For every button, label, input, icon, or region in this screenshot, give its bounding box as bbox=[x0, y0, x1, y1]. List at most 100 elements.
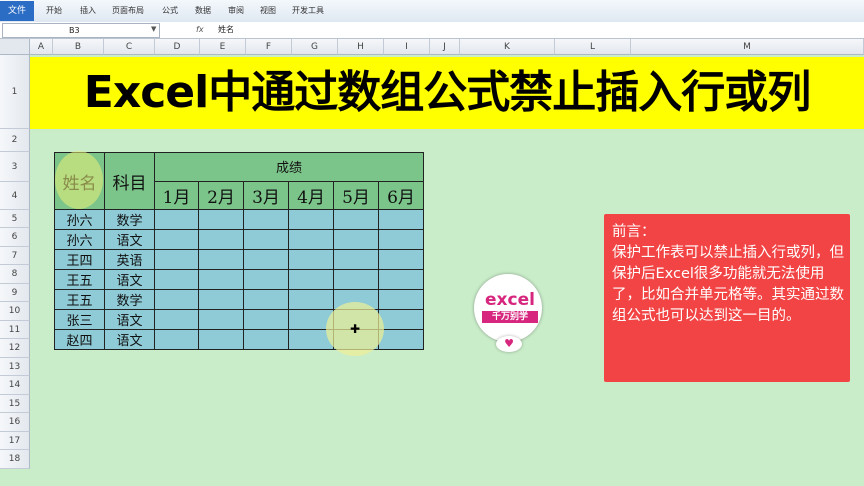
name-cell[interactable]: 王四 bbox=[54, 249, 105, 270]
score-cell[interactable] bbox=[378, 269, 424, 290]
score-cell[interactable] bbox=[198, 229, 244, 250]
score-cell[interactable] bbox=[378, 249, 424, 270]
month-header-cell[interactable]: 3月 bbox=[243, 180, 289, 210]
header-subject-cell[interactable]: 科目 bbox=[104, 152, 155, 210]
row-header-9[interactable]: 9 bbox=[0, 284, 30, 302]
subject-cell[interactable]: 数学 bbox=[104, 209, 155, 230]
col-header-h[interactable]: H bbox=[338, 39, 384, 55]
row-header-1[interactable]: 1 bbox=[0, 55, 30, 129]
subject-cell[interactable]: 语文 bbox=[104, 229, 155, 250]
score-cell[interactable] bbox=[154, 229, 199, 250]
row-header-12[interactable]: 12 bbox=[0, 339, 30, 358]
file-tab[interactable]: 文件 bbox=[0, 1, 34, 21]
name-cell[interactable]: 孙六 bbox=[54, 229, 105, 250]
name-cell[interactable]: 王五 bbox=[54, 269, 105, 290]
score-cell[interactable] bbox=[154, 329, 199, 350]
row-header-6[interactable]: 6 bbox=[0, 228, 30, 247]
score-cell[interactable] bbox=[198, 269, 244, 290]
col-header-f[interactable]: F bbox=[246, 39, 292, 55]
subject-cell[interactable]: 英语 bbox=[104, 249, 155, 270]
col-header-a[interactable]: A bbox=[30, 39, 53, 55]
month-header-cell[interactable]: 2月 bbox=[198, 180, 244, 210]
score-cell[interactable] bbox=[288, 249, 334, 270]
score-cell[interactable] bbox=[243, 289, 289, 310]
row-header-18[interactable]: 18 bbox=[0, 450, 30, 469]
name-cell[interactable]: 赵四 bbox=[54, 329, 105, 350]
name-cell[interactable]: 张三 bbox=[54, 309, 105, 330]
score-cell[interactable] bbox=[243, 309, 289, 330]
score-cell[interactable] bbox=[288, 289, 334, 310]
tab-home[interactable]: 开始 bbox=[46, 0, 62, 22]
subject-cell[interactable]: 语文 bbox=[104, 329, 155, 350]
col-header-g[interactable]: G bbox=[292, 39, 338, 55]
select-all-corner[interactable] bbox=[0, 39, 30, 55]
score-cell[interactable] bbox=[333, 229, 379, 250]
score-cell[interactable] bbox=[198, 249, 244, 270]
score-cell[interactable] bbox=[378, 289, 424, 310]
col-header-l[interactable]: L bbox=[555, 39, 631, 55]
score-cell[interactable] bbox=[333, 249, 379, 270]
tab-page-layout[interactable]: 页面布局 bbox=[112, 0, 144, 22]
score-cell[interactable] bbox=[154, 249, 199, 270]
row-header-8[interactable]: 8 bbox=[0, 265, 30, 284]
row-header-15[interactable]: 15 bbox=[0, 395, 30, 413]
page-title[interactable]: Excel中通过数组公式禁止插入行或列 bbox=[32, 60, 862, 126]
name-cell[interactable]: 孙六 bbox=[54, 209, 105, 230]
col-header-e[interactable]: E bbox=[200, 39, 246, 55]
score-cell[interactable] bbox=[154, 289, 199, 310]
col-header-k[interactable]: K bbox=[460, 39, 555, 55]
tab-review[interactable]: 审阅 bbox=[228, 0, 244, 22]
row-header-4[interactable]: 4 bbox=[0, 182, 30, 210]
subject-cell[interactable]: 语文 bbox=[104, 269, 155, 290]
tab-insert[interactable]: 插入 bbox=[80, 0, 96, 22]
col-header-j[interactable]: J bbox=[430, 39, 460, 55]
function-icon[interactable]: fx bbox=[196, 23, 204, 36]
row-header-14[interactable]: 14 bbox=[0, 376, 30, 395]
chevron-down-icon[interactable]: ▼ bbox=[151, 23, 156, 36]
row-header-3[interactable]: 3 bbox=[0, 152, 30, 182]
month-header-cell[interactable]: 4月 bbox=[288, 180, 334, 210]
score-cell[interactable] bbox=[378, 229, 424, 250]
row-header-10[interactable]: 10 bbox=[0, 302, 30, 321]
score-cell[interactable] bbox=[378, 329, 424, 350]
header-score-cell[interactable]: 成绩 bbox=[154, 152, 424, 182]
score-cell[interactable] bbox=[198, 309, 244, 330]
score-cell[interactable] bbox=[198, 209, 244, 230]
score-cell[interactable] bbox=[378, 209, 424, 230]
score-cell[interactable] bbox=[243, 329, 289, 350]
row-header-11[interactable]: 11 bbox=[0, 321, 30, 339]
col-header-i[interactable]: I bbox=[384, 39, 430, 55]
score-cell[interactable] bbox=[154, 209, 199, 230]
score-cell[interactable] bbox=[154, 269, 199, 290]
score-cell[interactable] bbox=[243, 209, 289, 230]
score-cell[interactable] bbox=[288, 209, 334, 230]
row-header-2[interactable]: 2 bbox=[0, 129, 30, 152]
row-header-13[interactable]: 13 bbox=[0, 358, 30, 376]
row-header-16[interactable]: 16 bbox=[0, 413, 30, 432]
name-cell[interactable]: 王五 bbox=[54, 289, 105, 310]
score-cell[interactable] bbox=[333, 209, 379, 230]
name-box[interactable]: B3 bbox=[2, 23, 160, 38]
col-header-c[interactable]: C bbox=[104, 39, 155, 55]
score-cell[interactable] bbox=[198, 329, 244, 350]
subject-cell[interactable]: 语文 bbox=[104, 309, 155, 330]
formula-input[interactable]: 姓名 bbox=[218, 23, 234, 36]
month-header-cell[interactable]: 5月 bbox=[333, 180, 379, 210]
col-header-m[interactable]: M bbox=[631, 39, 864, 55]
score-cell[interactable] bbox=[288, 229, 334, 250]
score-cell[interactable] bbox=[378, 309, 424, 330]
month-header-cell[interactable]: 1月 bbox=[154, 180, 199, 210]
score-cell[interactable] bbox=[243, 249, 289, 270]
tab-developer[interactable]: 开发工具 bbox=[292, 0, 324, 22]
score-cell[interactable] bbox=[288, 269, 334, 290]
col-header-d[interactable]: D bbox=[155, 39, 200, 55]
month-header-cell[interactable]: 6月 bbox=[378, 180, 424, 210]
score-cell[interactable] bbox=[243, 269, 289, 290]
tab-view[interactable]: 视图 bbox=[260, 0, 276, 22]
score-cell[interactable] bbox=[333, 269, 379, 290]
subject-cell[interactable]: 数学 bbox=[104, 289, 155, 310]
col-header-b[interactable]: B bbox=[53, 39, 104, 55]
score-cell[interactable] bbox=[243, 229, 289, 250]
row-header-5[interactable]: 5 bbox=[0, 210, 30, 228]
tab-formulas[interactable]: 公式 bbox=[162, 0, 178, 22]
